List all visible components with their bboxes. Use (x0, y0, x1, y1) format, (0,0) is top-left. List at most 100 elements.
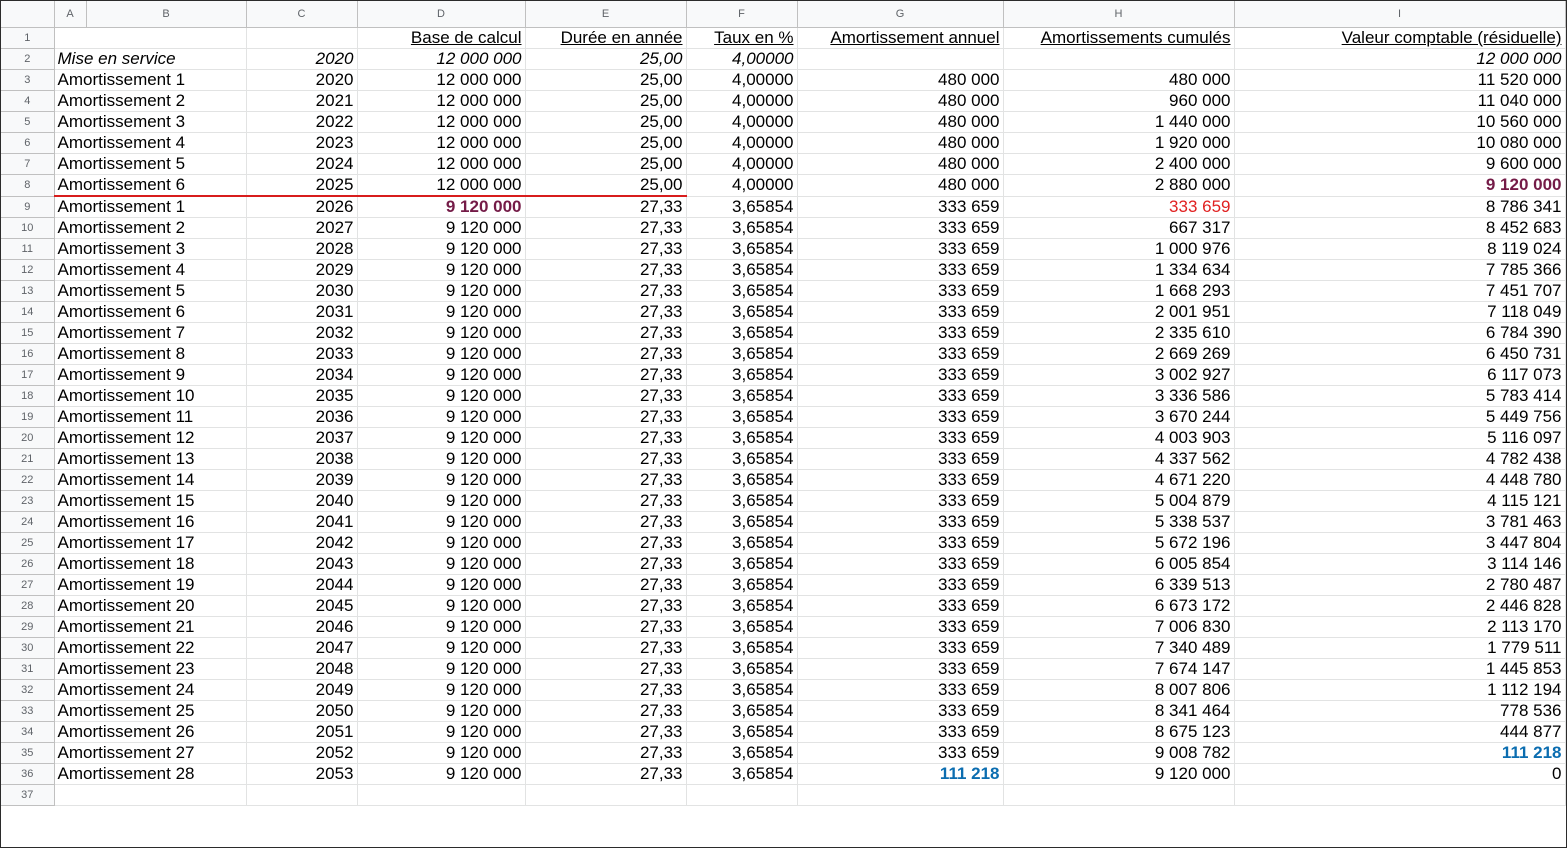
cell-annuel[interactable]: 333 659 (797, 217, 1004, 239)
cell-valeur[interactable]: 7 451 707 (1234, 280, 1566, 302)
cell-year[interactable]: 2050 (246, 700, 358, 722)
row-number[interactable]: 9 (1, 196, 55, 218)
cell-label[interactable]: Amortissement 5 (54, 280, 247, 302)
cell-taux[interactable]: 3,65854 (686, 700, 798, 722)
cell-label[interactable]: Amortissement 13 (54, 448, 247, 470)
cell-duree[interactable]: 27,33 (525, 385, 687, 407)
cell-label[interactable]: Amortissement 16 (54, 511, 247, 533)
cell-base[interactable]: 9 120 000 (357, 616, 526, 638)
cell-taux[interactable]: 3,65854 (686, 616, 798, 638)
header-valeur-comptable[interactable]: Valeur comptable (résiduelle) (1234, 27, 1566, 49)
cell-valeur[interactable]: 6 784 390 (1234, 322, 1566, 344)
cell-year[interactable]: 2035 (246, 385, 358, 407)
cell-annuel[interactable]: 333 659 (797, 364, 1004, 386)
cell-taux[interactable]: 3,65854 (686, 721, 798, 743)
cell-annuel[interactable]: 333 659 (797, 238, 1004, 260)
cell-annuel[interactable]: 333 659 (797, 385, 1004, 407)
cell-base[interactable]: 9 120 000 (357, 700, 526, 722)
row-number[interactable]: 15 (1, 322, 55, 344)
cell-mise-en-service-valeur[interactable]: 12 000 000 (1234, 48, 1566, 70)
cell-duree[interactable]: 27,33 (525, 238, 687, 260)
cell-taux[interactable]: 3,65854 (686, 658, 798, 680)
cell-valeur[interactable]: 11 040 000 (1234, 90, 1566, 112)
cell-valeur[interactable]: 4 782 438 (1234, 448, 1566, 470)
header-taux[interactable]: Taux en % (686, 27, 798, 49)
cell-cumul[interactable]: 1 668 293 (1003, 280, 1235, 302)
cell-cumul[interactable]: 8 341 464 (1003, 700, 1235, 722)
header-duree[interactable]: Durée en année (525, 27, 687, 49)
cell-cumul[interactable]: 667 317 (1003, 217, 1235, 239)
cell-valeur[interactable]: 10 080 000 (1234, 132, 1566, 154)
cell-year[interactable]: 2034 (246, 364, 358, 386)
row-number[interactable]: 31 (1, 658, 55, 680)
cell-label[interactable]: Amortissement 10 (54, 385, 247, 407)
column-header-c[interactable]: C (246, 1, 358, 28)
cell-duree[interactable]: 27,33 (525, 259, 687, 281)
cell-duree[interactable]: 27,33 (525, 301, 687, 323)
cell-valeur[interactable]: 5 116 097 (1234, 427, 1566, 449)
cell-base[interactable]: 9 120 000 (357, 385, 526, 407)
row-number[interactable]: 4 (1, 90, 55, 112)
row-number[interactable]: 7 (1, 153, 55, 175)
row-number[interactable]: 24 (1, 511, 55, 533)
row-number[interactable]: 21 (1, 448, 55, 470)
cell-valeur[interactable]: 5 449 756 (1234, 406, 1566, 428)
cell-base[interactable]: 9 120 000 (357, 301, 526, 323)
row-number[interactable]: 25 (1, 532, 55, 554)
cell-label[interactable]: Amortissement 11 (54, 406, 247, 428)
cell-cumul[interactable]: 480 000 (1003, 69, 1235, 91)
cell-cumul[interactable]: 4 003 903 (1003, 427, 1235, 449)
cell-cumul[interactable]: 1 334 634 (1003, 259, 1235, 281)
cell-base[interactable]: 9 120 000 (357, 217, 526, 239)
column-header-g[interactable]: G (797, 1, 1004, 28)
cell-annuel[interactable]: 333 659 (797, 616, 1004, 638)
cell-label[interactable]: Amortissement 12 (54, 427, 247, 449)
row-number[interactable]: 8 (1, 174, 55, 197)
cell-taux[interactable]: 3,65854 (686, 364, 798, 386)
cell[interactable] (1234, 784, 1566, 806)
cell-cumul[interactable]: 8 007 806 (1003, 679, 1235, 701)
cell-label[interactable]: Amortissement 15 (54, 490, 247, 512)
cell-valeur[interactable]: 778 536 (1234, 700, 1566, 722)
cell-duree[interactable]: 27,33 (525, 217, 687, 239)
cell-label[interactable]: Amortissement 4 (54, 132, 247, 154)
cell-cumul[interactable]: 8 675 123 (1003, 721, 1235, 743)
cell-base[interactable]: 12 000 000 (357, 132, 526, 154)
cell-year[interactable]: 2043 (246, 553, 358, 575)
cell[interactable] (357, 784, 526, 806)
cell-base[interactable]: 9 120 000 (357, 679, 526, 701)
cell-duree[interactable]: 27,33 (525, 196, 687, 218)
cell-cumul[interactable]: 6 339 513 (1003, 574, 1235, 596)
cell-cumul[interactable]: 3 002 927 (1003, 364, 1235, 386)
cell-cumul[interactable]: 9 120 000 (1003, 763, 1235, 785)
cell-year[interactable]: 2047 (246, 637, 358, 659)
cell-base[interactable]: 12 000 000 (357, 90, 526, 112)
cell-year[interactable]: 2032 (246, 322, 358, 344)
cell-year[interactable]: 2030 (246, 280, 358, 302)
cell-cumul[interactable]: 4 337 562 (1003, 448, 1235, 470)
cell-label[interactable]: Amortissement 27 (54, 742, 247, 764)
cell-label[interactable]: Amortissement 3 (54, 238, 247, 260)
cell-valeur[interactable]: 3 114 146 (1234, 553, 1566, 575)
cell-year[interactable]: 2037 (246, 427, 358, 449)
cell-cumul[interactable]: 2 335 610 (1003, 322, 1235, 344)
cell-cumul[interactable]: 5 672 196 (1003, 532, 1235, 554)
cell-valeur[interactable]: 0 (1234, 763, 1566, 785)
row-number[interactable]: 20 (1, 427, 55, 449)
cell-taux[interactable]: 3,65854 (686, 490, 798, 512)
row-number[interactable]: 27 (1, 574, 55, 596)
cell-valeur[interactable]: 8 119 024 (1234, 238, 1566, 260)
row-number[interactable]: 28 (1, 595, 55, 617)
cell-valeur[interactable]: 3 781 463 (1234, 511, 1566, 533)
cell-cumul[interactable]: 333 659 (1003, 196, 1235, 218)
cell-annuel[interactable]: 111 218 (797, 763, 1004, 785)
cell-cumul[interactable]: 5 004 879 (1003, 490, 1235, 512)
cell-year[interactable]: 2025 (246, 174, 358, 197)
cell-taux[interactable]: 3,65854 (686, 385, 798, 407)
cell-base[interactable]: 9 120 000 (357, 196, 526, 218)
cell-annuel[interactable]: 480 000 (797, 174, 1004, 197)
cell-taux[interactable]: 4,00000 (686, 69, 798, 91)
cell-mise-en-service-year[interactable]: 2020 (246, 48, 358, 70)
cell-valeur[interactable]: 11 520 000 (1234, 69, 1566, 91)
cell-label[interactable]: Amortissement 3 (54, 111, 247, 133)
